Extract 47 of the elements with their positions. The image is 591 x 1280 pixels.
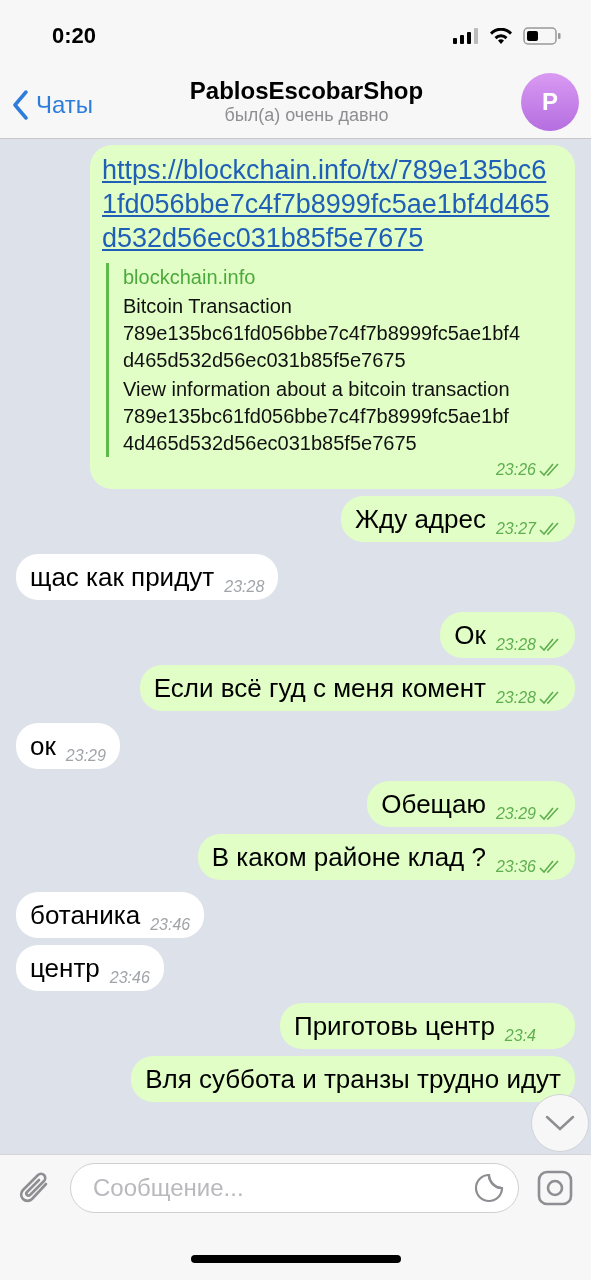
double-check-icon [539, 691, 561, 705]
battery-icon [523, 27, 561, 45]
double-check-icon [539, 463, 561, 477]
message-text: щас как придут [30, 562, 215, 592]
message-text: Обещаю [381, 789, 486, 819]
message-text: Приготовь центр [293, 1011, 495, 1041]
message-time: 23:29 [65, 747, 106, 765]
message-text: Вля суббота и транзы трудно идут [145, 1064, 561, 1094]
message-time: 23:28 [495, 689, 536, 707]
message-time: 23:26 [495, 461, 536, 479]
message-text: В каком районе клад ? [211, 842, 486, 872]
message-time: 23:36 [495, 858, 536, 876]
status-time: 0:20 [52, 23, 97, 49]
last-seen-status: был(а) очень давно [224, 104, 389, 126]
wifi-icon [489, 27, 513, 45]
message-text: Жду адрес [355, 504, 486, 534]
message-text: ботаника [30, 900, 141, 930]
sticker-icon[interactable] [474, 1173, 504, 1203]
chat-title: PablosEscobarShop [189, 76, 424, 105]
double-check-icon [539, 860, 561, 874]
preview-title: Bitcoin Transaction 789e135bc61fd056bbe7c4f7b8999fc5ae1bf4d465d532d56ec031b85f5e7675 [123, 294, 522, 373]
back-label[interactable]: Чаты [36, 91, 94, 119]
double-check-icon [539, 638, 561, 652]
message-field[interactable]: Сообщение... [70, 1163, 519, 1213]
message-text: Если всё гуд с меня комент [153, 673, 486, 703]
message-link[interactable]: https://blockchain.info/tx/789e135bc61fd056bbe7c4f7b8999fc5ae1bf4d465d532d56ec031b85f5e7675 [102, 153, 561, 255]
chevron-left-icon [12, 90, 28, 120]
camera-icon[interactable] [537, 1170, 573, 1206]
preview-description: View information about a bitcoin transaction 789e135bc61fd056bbe7c4f7b8999fc5ae1bf4d465d532d56ec031b85f5e7675 [123, 377, 511, 456]
chevron-down-icon [545, 1115, 575, 1131]
message-time: 23:46 [109, 969, 150, 987]
message-text: Ок [454, 620, 486, 650]
double-check-icon [539, 522, 561, 536]
avatar[interactable]: P [521, 73, 579, 131]
back-button[interactable]: Чаты [12, 90, 152, 120]
message-input[interactable]: Сообщение... [91, 1173, 474, 1203]
signal-icon [453, 28, 479, 44]
message-time: 23:46 [150, 916, 191, 934]
message-time: 23:28 [224, 578, 265, 596]
double-check-icon [539, 807, 561, 821]
message-time: 23:29 [495, 805, 536, 823]
message-text: ок [30, 731, 56, 761]
message-text: центр [30, 953, 100, 983]
message-time: 23:4 [504, 1027, 536, 1045]
message-time: 23:27 [495, 520, 536, 538]
preview-site: blockchain.info [123, 265, 257, 290]
message-time: 23:28 [495, 636, 536, 654]
